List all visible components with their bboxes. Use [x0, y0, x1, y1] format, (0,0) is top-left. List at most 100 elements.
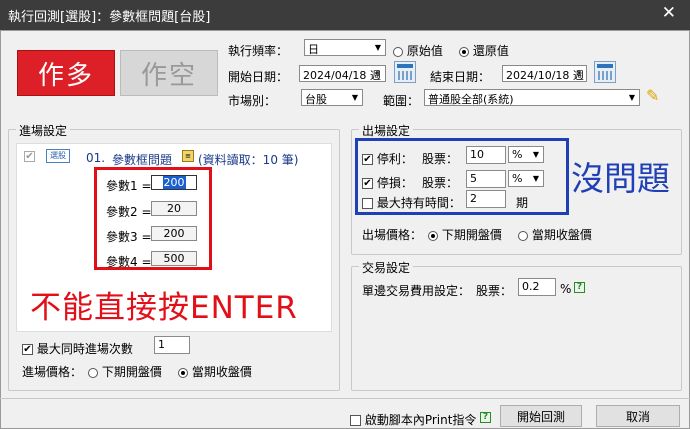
- chevron-down-icon: ▼: [351, 93, 359, 102]
- check-icon: ✔: [24, 151, 35, 162]
- param-label: 參數4 =: [106, 255, 152, 269]
- stop-profit-unit-select[interactable]: % ▼: [508, 146, 544, 163]
- max-entry-input[interactable]: 1: [154, 336, 190, 354]
- print-label: 啟動腳本內Print指令: [364, 413, 477, 427]
- stop-profit-label: 停利：: [376, 152, 413, 166]
- exit-group-title: 出場設定: [359, 122, 414, 139]
- spin-icon: ⇕: [575, 69, 583, 78]
- entry-price-next-open[interactable]: 下期開盤價: [88, 363, 162, 380]
- close-icon[interactable]: ✕: [662, 3, 676, 23]
- range-select[interactable]: 普通股全部(系統) ▼: [424, 89, 640, 106]
- pencil-icon[interactable]: ✎: [646, 86, 659, 105]
- start-backtest-button[interactable]: 開始回測: [500, 405, 582, 427]
- fee-unit: %: [560, 282, 572, 296]
- param-label: 參數2 =: [106, 205, 152, 219]
- calendar-icon[interactable]: [594, 61, 616, 83]
- radio-icon: [88, 367, 98, 378]
- unit-value: %: [512, 148, 523, 161]
- chevron-down-icon: ▼: [532, 150, 540, 159]
- bottom-divider: [0, 398, 690, 399]
- max-entry-label: 最大同時進場次數: [36, 342, 133, 356]
- stop-loss-label: 停損：: [376, 176, 413, 190]
- cancel-button[interactable]: 取消: [596, 405, 680, 427]
- param-input[interactable]: 20: [151, 201, 197, 216]
- param-label: 參數3 =: [106, 230, 152, 244]
- max-hold-label: 最大持有時間：: [376, 196, 461, 210]
- end-date-input[interactable]: 2024/10/18 週 ⇕: [502, 65, 587, 82]
- market-value: 台股: [305, 93, 327, 106]
- chevron-down-icon: ▼: [628, 93, 636, 102]
- radio-restore-label: 還原值: [472, 44, 509, 58]
- window-title: 執行回測[選股]：參數框問題[台股]: [8, 10, 211, 25]
- radio-selected-icon: [178, 367, 188, 378]
- radio-orig-label: 原始值: [406, 44, 443, 58]
- exit-annotation: 沒問題: [571, 159, 670, 198]
- script-type-badge: 選股: [46, 149, 70, 163]
- exit-price-close[interactable]: 當期收盤價: [518, 226, 592, 243]
- fee-stock-label: 股票：: [476, 284, 513, 298]
- radio-selected-icon: [459, 46, 469, 57]
- script-number: 01.: [86, 151, 106, 165]
- help-icon[interactable]: ?: [574, 282, 585, 293]
- stop-loss-input[interactable]: 5: [466, 170, 506, 188]
- chevron-down-icon: ▼: [532, 174, 540, 183]
- checkbox-icon: [350, 415, 361, 426]
- freq-label: 執行頻率：: [228, 44, 289, 58]
- radio-restore[interactable]: 還原值: [459, 42, 509, 59]
- script-data-icon: ≡: [182, 150, 194, 162]
- stop-loss-stock-label: 股票：: [422, 176, 459, 190]
- exit-price-next-open[interactable]: 下期開盤價: [428, 226, 502, 243]
- check-icon: ✔: [22, 344, 33, 355]
- range-label: 範圍：: [383, 94, 420, 108]
- stop-profit-checkbox[interactable]: ✔ 停利：: [362, 150, 413, 167]
- stop-loss-checkbox[interactable]: ✔ 停損：: [362, 174, 413, 191]
- end-date-label: 結束日期：: [430, 70, 491, 84]
- stop-profit-input[interactable]: 10: [466, 146, 506, 164]
- long-button[interactable]: 作多: [17, 50, 115, 96]
- stop-loss-unit-select[interactable]: % ▼: [508, 170, 544, 187]
- print-checkbox[interactable]: 啟動腳本內Print指令: [350, 411, 476, 428]
- freq-select[interactable]: 日 ▼: [304, 39, 386, 56]
- title-bar: 執行回測[選股]：參數框問題[台股] ✕: [0, 0, 690, 30]
- market-select[interactable]: 台股 ▼: [301, 89, 363, 106]
- param-input[interactable]: 500: [151, 251, 197, 266]
- param-input[interactable]: 200: [151, 175, 197, 190]
- entry-annotation: 不能直接按ENTER: [30, 290, 298, 326]
- freq-value: 日: [308, 43, 319, 56]
- param-input[interactable]: 200: [151, 226, 197, 241]
- range-value: 普通股全部(系統): [428, 93, 514, 106]
- radio-selected-icon: [428, 230, 438, 241]
- radio-icon: [393, 46, 403, 57]
- entry-price-next-open-label: 下期開盤價: [101, 365, 162, 379]
- fee-label: 單邊交易費用設定：: [362, 284, 471, 298]
- script-name[interactable]: 參數框問題: [112, 151, 172, 168]
- start-date-input[interactable]: 2024/04/18 週 ⇕: [299, 65, 386, 82]
- period-label: 期: [516, 196, 529, 210]
- short-button[interactable]: 作空: [120, 50, 218, 96]
- start-date-value: 2024/04/18 週: [303, 69, 381, 82]
- exit-price-next-open-label: 下期開盤價: [441, 228, 502, 242]
- calendar-icon[interactable]: [394, 61, 416, 83]
- exit-price-close-label: 當期收盤價: [531, 228, 592, 242]
- exit-price-label: 出場價格：: [362, 228, 423, 242]
- radio-orig[interactable]: 原始值: [393, 42, 443, 59]
- entry-price-label: 進場價格：: [22, 365, 83, 379]
- start-date-label: 開始日期：: [228, 70, 289, 84]
- fee-input[interactable]: 0.2: [518, 278, 556, 296]
- max-hold-input[interactable]: 2: [466, 190, 506, 208]
- script-info: (資料讀取：10 筆): [198, 153, 299, 167]
- unit-value: %: [512, 172, 523, 185]
- fee-group-title: 交易設定: [359, 259, 414, 276]
- script-checkbox[interactable]: ✔: [24, 149, 35, 163]
- max-hold-checkbox[interactable]: 最大持有時間：: [362, 194, 461, 211]
- checkbox-icon: [362, 198, 373, 209]
- param-value: 200: [162, 176, 186, 189]
- chevron-down-icon: ▼: [374, 43, 382, 52]
- check-icon: ✔: [362, 154, 373, 165]
- max-entry-checkbox[interactable]: ✔ 最大同時進場次數: [22, 340, 133, 357]
- entry-price-close[interactable]: 當期收盤價: [178, 363, 252, 380]
- help-icon[interactable]: ?: [480, 412, 491, 423]
- spin-icon: ⇕: [374, 69, 382, 78]
- market-label: 市場別：: [228, 94, 277, 108]
- check-icon: ✔: [362, 178, 373, 189]
